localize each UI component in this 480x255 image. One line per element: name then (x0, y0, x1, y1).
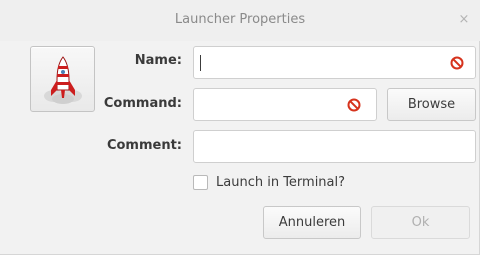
title-bar[interactable]: Launcher Properties × (0, 0, 480, 41)
close-icon[interactable]: × (455, 11, 473, 29)
launcher-icon-button[interactable] (30, 46, 95, 112)
cancel-button[interactable]: Annuleren (263, 206, 361, 239)
dialog-title: Launcher Properties (174, 12, 306, 27)
ok-button[interactable]: Ok (371, 206, 470, 239)
text-caret (200, 55, 201, 71)
name-field[interactable] (193, 46, 476, 79)
browse-button[interactable]: Browse (387, 88, 476, 121)
warning-icon (347, 98, 361, 112)
rocket-icon (44, 56, 82, 104)
comment-field[interactable] (193, 130, 476, 163)
command-field[interactable] (193, 88, 377, 121)
launch-in-terminal-checkbox[interactable] (193, 175, 208, 190)
warning-icon (450, 56, 464, 70)
command-label: Command: (103, 96, 182, 111)
launcher-properties-dialog: Launcher Properties × Name: Command: Bro… (0, 0, 480, 255)
comment-label: Comment: (106, 138, 182, 153)
launch-in-terminal-label[interactable]: Launch in Terminal? (216, 175, 345, 190)
name-label: Name: (134, 53, 182, 68)
